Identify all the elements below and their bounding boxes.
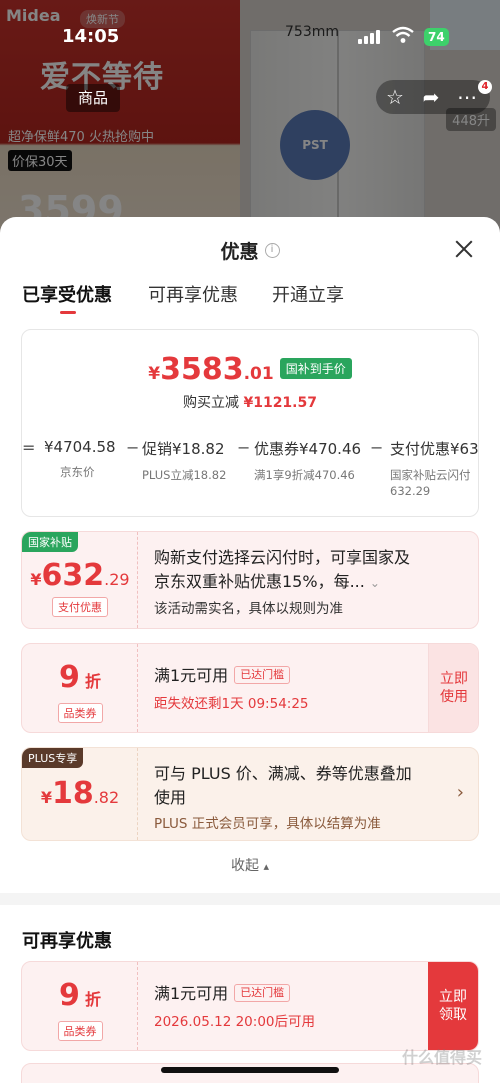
notification-badge: 4: [478, 80, 492, 94]
subsidy-tag: 国家补贴: [22, 532, 78, 552]
battery-indicator: 74: [424, 28, 449, 46]
tab-enjoyed[interactable]: 已享受优惠: [22, 281, 112, 307]
breakdown-item: 优惠券¥470.46 满1享9折减470.46: [254, 440, 362, 482]
chevron-right-icon[interactable]: ›: [457, 782, 464, 803]
clock: 14:05: [62, 26, 120, 47]
countdown: 距失效还剩1天 09:54:25: [154, 696, 309, 712]
chevron-down-icon[interactable]: ⌄: [370, 576, 380, 590]
category-coupon: 9 折 品类券 满1元可用 已达门槛 距失效还剩1天 09:54:25 立即 使用: [21, 643, 479, 733]
close-icon[interactable]: [452, 237, 476, 261]
chevron-up-icon: ▴: [263, 860, 269, 873]
signal-icon: [358, 30, 384, 44]
plus-coupon[interactable]: PLUS专享 ¥18.82 可与 PLUS 价、满减、券等优惠叠加 使用 PLU…: [21, 747, 479, 841]
tab-activate[interactable]: 开通立享: [272, 281, 344, 307]
section-title-more: 可再享优惠: [22, 931, 112, 952]
status-bar: 14:05 74: [0, 0, 500, 47]
claim-now-button[interactable]: 立即 领取: [428, 962, 478, 1050]
reduction-line: 购买立减 ¥1121.57: [183, 395, 317, 411]
breakdown-item: 支付优惠¥63 国家补贴云闪付 632.29: [390, 440, 478, 498]
sheet-title: 优惠: [220, 241, 259, 263]
breakdown-item: 促销¥18.82 PLUS立减18.82: [142, 440, 227, 482]
tab-product[interactable]: 商品: [66, 84, 120, 112]
breakdown-item: ¥4704.58 京东价: [44, 438, 116, 479]
coupon-amount: ¥632.29: [30, 558, 130, 593]
discount-sheet: 优惠 i 已享受优惠 可再享优惠 开通立享 ¥3583.01 国补到手价 购买立减 …: [0, 217, 500, 1083]
more-icon[interactable]: ⋯: [456, 86, 478, 108]
claimable-coupon: 9 折 品类券 满1元可用 已达门槛 2026.05.12 20:00后可用 立即…: [21, 961, 479, 1051]
subsidy-price-tag: 国补到手价: [279, 358, 352, 379]
final-price: ¥3583.01 国补到手价: [22, 352, 478, 387]
share-icon[interactable]: ➦: [420, 86, 442, 108]
active-tab-indicator: [60, 311, 76, 314]
home-indicator[interactable]: [161, 1067, 339, 1073]
plus-tag: PLUS专享: [22, 748, 84, 768]
subsidy-coupon[interactable]: 国家补贴 ¥632.29 支付优惠 购新支付选择云闪付时，可享国家及 京东双重补…: [21, 531, 479, 629]
payment-tag: 支付优惠: [52, 597, 108, 617]
watermark: 什么值得买: [401, 1048, 482, 1067]
nav-actions: ☆ ➦ ⋯: [376, 80, 490, 114]
price-breakdown[interactable]: = ¥4704.58 京东价 − 促销¥18.82 PLUS立减18.82 − …: [22, 438, 478, 516]
price-summary-card: ¥3583.01 国补到手价 购买立减 ¥1121.57 = ¥4704.58 京…: [21, 329, 479, 517]
sheet-header: 优惠 i: [0, 237, 500, 264]
info-icon[interactable]: i: [264, 243, 280, 258]
favorite-star-icon[interactable]: ☆: [384, 86, 406, 108]
tab-more-available[interactable]: 可再享优惠: [148, 281, 238, 307]
use-now-button[interactable]: 立即 使用: [428, 644, 478, 732]
wifi-icon: [392, 26, 414, 43]
collapse-button[interactable]: 收起 ▴: [0, 855, 500, 875]
